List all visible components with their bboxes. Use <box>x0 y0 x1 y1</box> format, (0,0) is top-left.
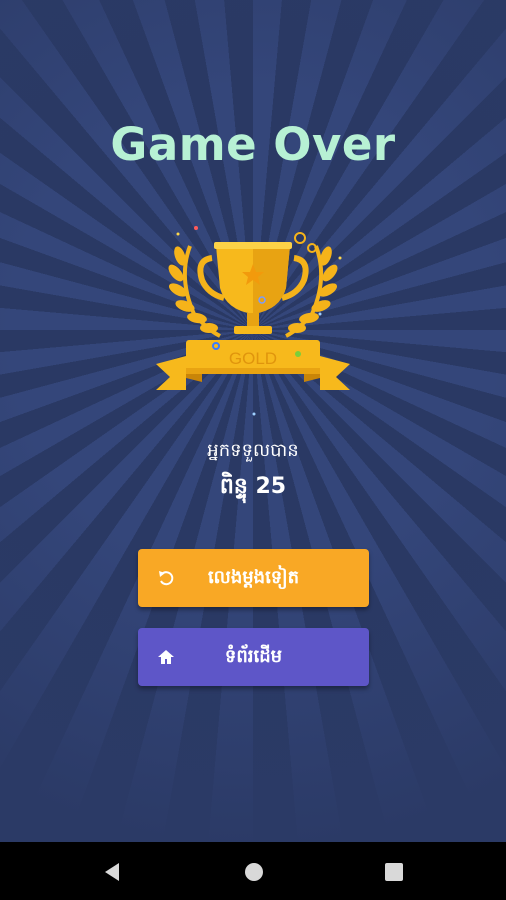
home-circle-icon[interactable] <box>243 861 265 883</box>
android-navigation-bar <box>0 842 506 900</box>
replay-icon <box>156 568 176 588</box>
score-text: ពិន្ទុ 25 <box>219 474 287 499</box>
home-button[interactable]: ទំព័រដើម <box>138 628 369 686</box>
gold-badge-text: GOLD <box>229 349 277 368</box>
replay-button-label: លេងម្តងទៀត <box>207 566 300 588</box>
gold-trophy-icon: GOLD <box>156 226 350 416</box>
result-label: អ្នកទទួលបាន <box>207 440 299 461</box>
recent-apps-icon[interactable] <box>383 861 405 883</box>
game-over-title: Game Over <box>110 118 396 171</box>
replay-button[interactable]: លេងម្តងទៀត <box>138 549 369 607</box>
back-icon[interactable] <box>101 861 123 883</box>
home-button-label: ទំព័រដើម <box>224 645 283 667</box>
home-icon <box>156 647 176 667</box>
